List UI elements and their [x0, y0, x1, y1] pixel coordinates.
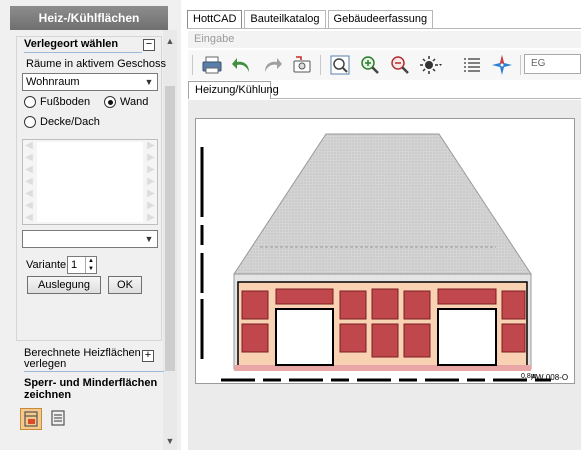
input-bar[interactable]: Eingabe — [188, 31, 581, 48]
separator — [192, 55, 193, 75]
radio-wall-label: Wand — [120, 96, 149, 108]
expand-button[interactable]: + — [142, 350, 154, 362]
roof — [233, 133, 532, 275]
element-list[interactable]: ◀ ◀ ◀ ◀ ◀ ◀ ◀ ▶ ▶ ▶ ▶ ▶ ▶ ▶ — [22, 139, 158, 225]
divider — [187, 28, 581, 29]
heating-panel[interactable] — [241, 290, 269, 320]
heating-panel[interactable] — [403, 323, 431, 358]
list-content[interactable] — [37, 142, 143, 222]
separator — [320, 55, 321, 75]
divider — [24, 52, 142, 53]
chevron-down-icon: ▼ — [144, 77, 154, 87]
photo-icon[interactable] — [290, 53, 314, 77]
tab-gebaeudeerfassung[interactable]: Gebäudeerfassung — [327, 10, 434, 28]
radio-floor[interactable]: Fußboden — [24, 96, 90, 108]
tab-hottcad[interactable]: HottCAD — [187, 10, 243, 28]
zoom-in-icon[interactable] — [358, 53, 382, 77]
redo-icon[interactable] — [260, 53, 284, 77]
heating-panel[interactable] — [437, 288, 497, 305]
zoom-out-icon[interactable] — [388, 53, 412, 77]
heating-panel[interactable] — [371, 323, 399, 358]
door-right — [437, 308, 497, 366]
radio-circle[interactable] — [24, 116, 36, 128]
radio-circle[interactable] — [104, 96, 116, 108]
level-select[interactable]: EG — [524, 54, 581, 74]
list-left-arrows: ◀ ◀ ◀ ◀ ◀ ◀ ◀ — [25, 140, 33, 223]
wall-elevation[interactable]: 0,8m AW 008-O — [196, 119, 576, 385]
heating-panel[interactable] — [339, 290, 367, 320]
scroll-up-icon[interactable]: ▲ — [163, 34, 177, 48]
sperr-surfaces-label: Sperr- und Minderflächen zeichnen — [24, 377, 158, 401]
room-select[interactable]: Wohnraum ▼ — [22, 73, 158, 91]
wall-drawing[interactable]: 0,8m AW 008-O — [195, 118, 575, 384]
heating-panel[interactable] — [501, 290, 526, 320]
radio-floor-label: Fußboden — [40, 96, 91, 108]
draw-exclusion-area-icon[interactable] — [20, 408, 42, 430]
draw-reduced-area-icon[interactable] — [48, 408, 70, 430]
heating-panel[interactable] — [371, 288, 399, 320]
variant-label: Variante — [26, 259, 67, 271]
heating-panel[interactable] — [339, 323, 367, 353]
panel-title: Heiz-/Kühlflächen — [10, 6, 168, 30]
variant-value: 1 — [71, 259, 78, 271]
radio-ceiling-label: Decke/Dach — [40, 116, 100, 128]
rooms-label: Räume in aktivem Geschoss — [26, 58, 166, 70]
design-button[interactable]: Auslegung — [27, 276, 101, 294]
left-scrollbar[interactable]: ▲ ▼ — [163, 30, 177, 450]
door-left — [275, 308, 334, 366]
print-icon[interactable] — [200, 53, 224, 77]
tab-heating-cooling[interactable]: Heizung/Kühlung — [188, 81, 279, 99]
zoom-window-icon[interactable] — [328, 53, 352, 77]
list-icon[interactable] — [460, 53, 484, 77]
ok-button[interactable]: OK — [108, 276, 142, 294]
heat-surfaces-label: Berechnete Heizflächen verlegen — [24, 347, 141, 370]
toolbar — [188, 50, 581, 80]
scroll-thumb[interactable] — [165, 86, 175, 371]
element-select[interactable]: ▼ — [22, 230, 158, 248]
tab-bauteilkatalog[interactable]: Bauteilkatalog — [244, 10, 326, 28]
radio-wall[interactable]: Wand — [104, 96, 148, 108]
divider — [271, 98, 581, 99]
compass-icon[interactable] — [490, 53, 514, 77]
list-right-arrows: ▶ ▶ ▶ ▶ ▶ ▶ ▶ — [147, 140, 155, 223]
main-tabs: HottCAD Bauteilkatalog Gebäudeerfassung — [187, 10, 435, 28]
separator — [520, 55, 521, 75]
heating-panel[interactable] — [275, 288, 334, 305]
heating-panel[interactable] — [403, 290, 431, 320]
radio-ceiling[interactable]: Decke/Dach — [24, 116, 100, 128]
room-select-value: Wohnraum — [26, 76, 80, 88]
scroll-down-icon[interactable]: ▼ — [163, 434, 177, 448]
spin-arrows-icon[interactable]: ▲ ▼ — [85, 257, 96, 273]
heating-panel[interactable] — [501, 323, 526, 353]
collapse-button[interactable]: − — [143, 39, 155, 51]
light-icon[interactable] — [418, 53, 442, 77]
wall-label: AW 008-O — [531, 373, 568, 382]
radio-circle[interactable] — [24, 96, 36, 108]
chevron-down-icon: ▼ — [144, 234, 154, 244]
undo-icon[interactable] — [230, 53, 254, 77]
heating-panel[interactable] — [241, 323, 269, 353]
variant-spinner[interactable]: 1 ▲ ▼ — [67, 256, 97, 274]
divider — [24, 371, 164, 372]
left-panel: Heiz-/Kühlflächen ▲ ▼ Verlegeort wählen … — [0, 0, 181, 450]
location-title: Verlegeort wählen — [24, 38, 119, 50]
